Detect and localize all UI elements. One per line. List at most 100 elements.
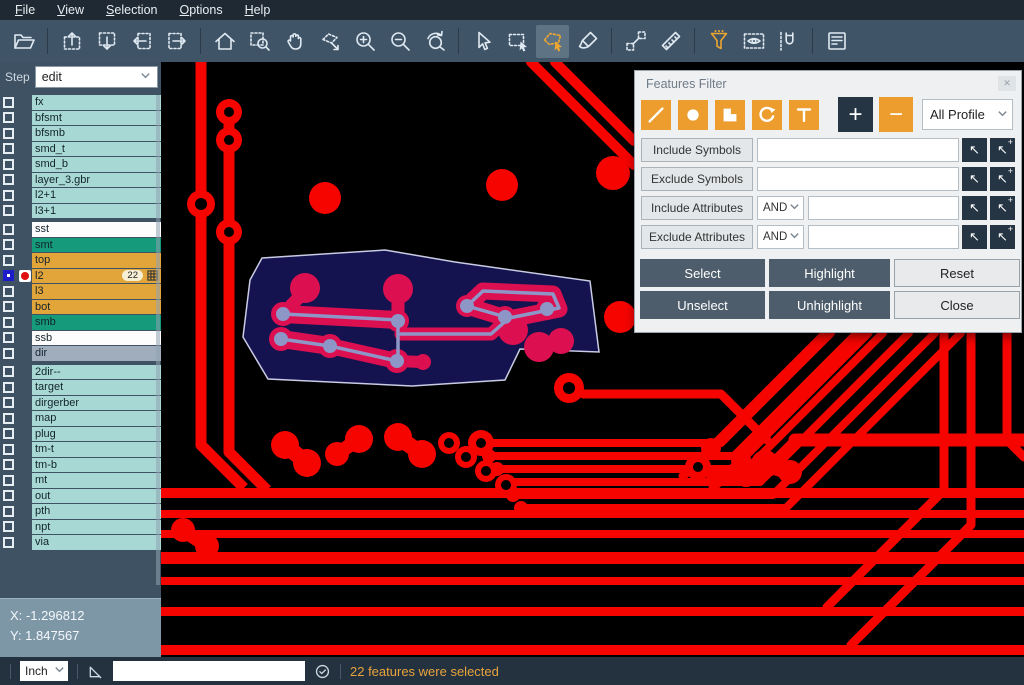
- pick-from-canvas-icon[interactable]: ↖: [962, 225, 987, 249]
- remove-filter-button[interactable]: −: [879, 97, 913, 132]
- layer-visibility-checkbox[interactable]: [3, 475, 14, 486]
- pan-left-button[interactable]: [125, 25, 158, 58]
- layer-visibility-checkbox[interactable]: [3, 174, 14, 185]
- exclude-attributes-input[interactable]: [808, 225, 959, 249]
- layer-row-smt[interactable]: smt: [0, 238, 161, 253]
- layers-panel-button[interactable]: [820, 25, 853, 58]
- layer-row-ssb[interactable]: ssb: [0, 331, 161, 346]
- and-or-dropdown[interactable]: AND: [757, 225, 804, 249]
- zoom-out-button[interactable]: [383, 25, 416, 58]
- layer-visibility-checkbox[interactable]: [3, 382, 14, 393]
- open-folder-button[interactable]: [7, 25, 40, 58]
- layer-visibility-checkbox[interactable]: [3, 239, 14, 250]
- layer-visibility-checkbox[interactable]: [3, 255, 14, 266]
- layer-name-area[interactable]: npt: [32, 520, 161, 535]
- layer-row-bfsmb[interactable]: bfsmb: [0, 126, 161, 141]
- layer-name-area[interactable]: layer_3.gbr: [32, 173, 161, 188]
- layer-row-pth[interactable]: pth: [0, 504, 161, 519]
- menu-view[interactable]: View: [46, 0, 95, 20]
- layer-row-l3+1[interactable]: l3+1: [0, 204, 161, 219]
- layer-name-area[interactable]: bfsmt: [32, 111, 161, 126]
- pick-from-canvas-icon[interactable]: ↖: [962, 167, 987, 191]
- layer-visibility-checkbox[interactable]: [3, 143, 14, 154]
- layer-name-area[interactable]: 2dir--: [32, 365, 161, 380]
- ruler-button[interactable]: [654, 25, 687, 58]
- include-symbols-input[interactable]: [757, 138, 959, 162]
- layer-name-area[interactable]: sst: [32, 222, 161, 237]
- menu-file[interactable]: File: [4, 0, 46, 20]
- drag-view-button[interactable]: [313, 25, 346, 58]
- layer-row-target[interactable]: target: [0, 380, 161, 395]
- layer-visibility-checkbox[interactable]: [3, 317, 14, 328]
- close-button[interactable]: Close: [894, 291, 1020, 319]
- layer-row-l3[interactable]: l3: [0, 284, 161, 299]
- and-or-dropdown[interactable]: AND: [757, 196, 804, 220]
- layer-row-smd_t[interactable]: smd_t: [0, 142, 161, 157]
- layer-visibility-checkbox[interactable]: [3, 459, 14, 470]
- layer-visibility-checkbox[interactable]: [3, 490, 14, 501]
- measure-line-button[interactable]: [619, 25, 652, 58]
- layer-name-area[interactable]: l3: [32, 284, 161, 299]
- layer-visibility-checkbox[interactable]: [3, 444, 14, 455]
- layer-row-dirgerber[interactable]: dirgerber: [0, 396, 161, 411]
- layer-name-area[interactable]: dir: [32, 346, 161, 361]
- layer-row-dir[interactable]: dir: [0, 346, 161, 361]
- layer-name-area[interactable]: target: [32, 380, 161, 395]
- pick-add-from-canvas-icon[interactable]: ↖+: [990, 138, 1015, 162]
- sync-icon[interactable]: [314, 663, 331, 680]
- layer-visibility-checkbox[interactable]: [3, 159, 14, 170]
- layer-visibility-checkbox[interactable]: [3, 205, 14, 216]
- step-dropdown[interactable]: edit: [35, 66, 158, 88]
- layer-name-area[interactable]: mt: [32, 473, 161, 488]
- layer-row-bfsmt[interactable]: bfsmt: [0, 111, 161, 126]
- layer-name-area[interactable]: dirgerber: [32, 396, 161, 411]
- unit-dropdown[interactable]: Inch: [20, 661, 68, 681]
- layer-name-area[interactable]: top: [32, 253, 161, 268]
- layer-row-npt[interactable]: npt: [0, 520, 161, 535]
- menu-selection[interactable]: Selection: [95, 0, 168, 20]
- layer-row-sst[interactable]: sst: [0, 222, 161, 237]
- select-button[interactable]: Select: [640, 259, 765, 287]
- zoom-in-button[interactable]: [348, 25, 381, 58]
- layer-visibility-checkbox[interactable]: [3, 397, 14, 408]
- pan-hand-button[interactable]: [278, 25, 311, 58]
- layer-row-via[interactable]: via: [0, 535, 161, 550]
- layer-name-area[interactable]: plug: [32, 427, 161, 442]
- layer-row-smd_b[interactable]: smd_b: [0, 157, 161, 172]
- add-filter-button[interactable]: +: [838, 97, 873, 132]
- layer-name-area[interactable]: smt: [32, 238, 161, 253]
- layer-visibility-checkbox[interactable]: [3, 332, 14, 343]
- layer-name-area[interactable]: pth: [32, 504, 161, 519]
- layer-name-area[interactable]: smd_b: [32, 157, 161, 172]
- layer-visibility-checkbox[interactable]: [3, 270, 14, 281]
- profile-dropdown[interactable]: All Profile: [922, 99, 1013, 130]
- exclude-symbols-button[interactable]: Exclude Symbols: [641, 167, 753, 191]
- pan-right-button[interactable]: [160, 25, 193, 58]
- layer-visibility-checkbox[interactable]: [3, 366, 14, 377]
- layer-visibility-checkbox[interactable]: [3, 190, 14, 201]
- close-icon[interactable]: ✕: [998, 76, 1016, 91]
- exclude-attributes-button[interactable]: Exclude Attributes: [641, 225, 753, 249]
- highlight-button[interactable]: Highlight: [769, 259, 890, 287]
- menu-options[interactable]: Options: [168, 0, 233, 20]
- layer-name-area[interactable]: smd_t: [32, 142, 161, 157]
- layer-row-smb[interactable]: smb: [0, 315, 161, 330]
- pick-add-from-canvas-icon[interactable]: ↖+: [990, 196, 1015, 220]
- layer-name-area[interactable]: l3+1: [32, 204, 161, 219]
- exclude-symbols-input[interactable]: [757, 167, 959, 191]
- layer-row-out[interactable]: out: [0, 489, 161, 504]
- layer-visibility-checkbox[interactable]: [3, 428, 14, 439]
- unhighlight-button[interactable]: Unhighlight: [769, 291, 890, 319]
- layer-visibility-checkbox[interactable]: [3, 506, 14, 517]
- layer-name-area[interactable]: bfsmb: [32, 126, 161, 141]
- layer-visibility-checkbox[interactable]: [3, 301, 14, 312]
- layer-visibility-checkbox[interactable]: [3, 413, 14, 424]
- layer-row-mt[interactable]: mt: [0, 473, 161, 488]
- dialog-titlebar[interactable]: Features Filter ✕: [635, 71, 1021, 96]
- layer-visibility-checkbox[interactable]: [3, 97, 14, 108]
- zoom-previous-button[interactable]: [418, 25, 451, 58]
- include-symbols-button[interactable]: Include Symbols: [641, 138, 753, 162]
- layer-name-area[interactable]: bot: [32, 300, 161, 315]
- pick-from-canvas-icon[interactable]: ↖: [962, 138, 987, 162]
- snap-button[interactable]: [772, 25, 805, 58]
